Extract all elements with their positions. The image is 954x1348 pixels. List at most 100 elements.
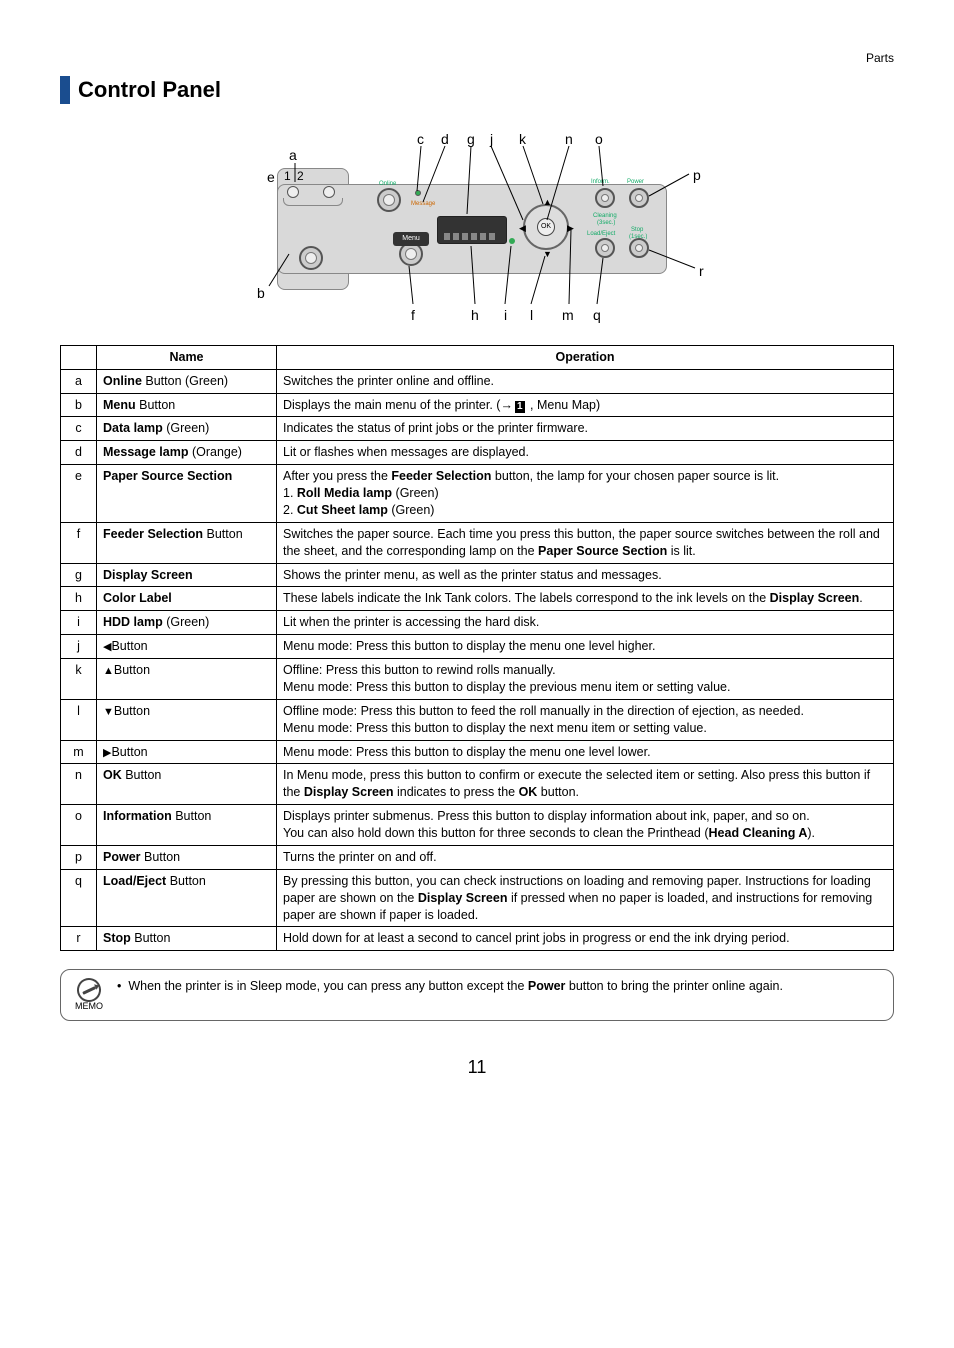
ok-button: OK bbox=[537, 218, 555, 236]
cell-name: Menu Button bbox=[97, 393, 277, 417]
cell-id: b bbox=[61, 393, 97, 417]
cell-name: Feeder Selection Button bbox=[97, 522, 277, 563]
cell-op: Shows the printer menu, as well as the p… bbox=[277, 563, 894, 587]
cell-id: m bbox=[61, 740, 97, 764]
cell-name: Message lamp (Orange) bbox=[97, 441, 277, 465]
cell-op: By pressing this button, you can check i… bbox=[277, 869, 894, 927]
ref-box: 1 bbox=[515, 401, 525, 413]
label-2: 2 bbox=[297, 168, 304, 185]
label-i: i bbox=[504, 306, 507, 326]
row-g: g Display Screen Shows the printer menu,… bbox=[61, 563, 894, 587]
cell-id: q bbox=[61, 869, 97, 927]
cell-name: ◀ Button bbox=[97, 635, 277, 659]
cell-op: Indicates the status of print jobs or th… bbox=[277, 417, 894, 441]
label-m: m bbox=[562, 306, 574, 326]
row-i: i HDD lamp (Green) Lit when the printer … bbox=[61, 611, 894, 635]
row-q: q Load/Eject Button By pressing this but… bbox=[61, 869, 894, 927]
diagram: Online Message Menu OK ▲ ▼ ◀ ▶ Inform. P… bbox=[60, 126, 894, 331]
label-k: k bbox=[519, 130, 526, 150]
label-o: o bbox=[595, 130, 603, 150]
right-arrow-icon: ▶ bbox=[567, 222, 574, 235]
col-operation: Operation bbox=[277, 345, 894, 369]
power-label: Power bbox=[627, 178, 644, 186]
cell-op: Switches the printer online and offline. bbox=[277, 369, 894, 393]
memo-box: MEMO • When the printer is in Sleep mode… bbox=[60, 969, 894, 1021]
cell-op: Lit or flashes when messages are display… bbox=[277, 441, 894, 465]
label-j: j bbox=[490, 130, 493, 150]
cell-id: k bbox=[61, 659, 97, 700]
row-f: f Feeder Selection Button Switches the p… bbox=[61, 522, 894, 563]
cell-name: Online Button (Green) bbox=[97, 369, 277, 393]
label-r: r bbox=[699, 262, 704, 282]
cell-op: Menu mode: Press this button to display … bbox=[277, 740, 894, 764]
label-h: h bbox=[471, 306, 479, 326]
load-eject-button bbox=[595, 238, 615, 258]
data-lamp bbox=[415, 190, 421, 196]
row-b: b Menu Button Displays the main menu of … bbox=[61, 393, 894, 417]
label-q: q bbox=[593, 306, 601, 326]
row-e: e Paper Source Section After you press t… bbox=[61, 465, 894, 523]
cell-id: n bbox=[61, 764, 97, 805]
information-button bbox=[595, 188, 615, 208]
cell-op: Displays the main menu of the printer. (… bbox=[277, 393, 894, 417]
cell-name: Paper Source Section bbox=[97, 465, 277, 523]
title-bar: Control Panel bbox=[60, 75, 894, 106]
title-accent bbox=[60, 76, 70, 104]
label-b: b bbox=[257, 284, 265, 304]
ok-ring: OK bbox=[523, 204, 569, 250]
cell-name: Information Button bbox=[97, 805, 277, 846]
cell-op: Menu mode: Press this button to display … bbox=[277, 635, 894, 659]
ink-level-bars bbox=[444, 233, 495, 240]
label-e: e bbox=[267, 168, 275, 188]
label-1: 1 bbox=[284, 168, 291, 185]
memo-text: • When the printer is in Sleep mode, you… bbox=[117, 978, 783, 996]
cleaning-sub: (3sec.) bbox=[597, 219, 615, 227]
row-d: d Message lamp (Orange) Lit or flashes w… bbox=[61, 441, 894, 465]
cell-op: Turns the printer on and off. bbox=[277, 845, 894, 869]
row-a: a Online Button (Green) Switches the pri… bbox=[61, 369, 894, 393]
cut-sheet-lamp bbox=[323, 186, 335, 198]
label-g: g bbox=[467, 130, 475, 150]
cell-name: OK Button bbox=[97, 764, 277, 805]
menu-label: Menu bbox=[402, 234, 420, 244]
cell-id: o bbox=[61, 805, 97, 846]
stop-sub: (1sec.) bbox=[629, 233, 647, 241]
cell-op: These labels indicate the Ink Tank color… bbox=[277, 587, 894, 611]
row-n: n OK Button In Menu mode, press this but… bbox=[61, 764, 894, 805]
cell-op: Offline mode: Press this button to feed … bbox=[277, 699, 894, 740]
hdd-lamp bbox=[509, 238, 515, 244]
row-k: k ▲ Button Offline: Press this button to… bbox=[61, 659, 894, 700]
cell-id: i bbox=[61, 611, 97, 635]
feeder-selection-knob bbox=[299, 246, 323, 270]
cell-name: ▼ Button bbox=[97, 699, 277, 740]
down-arrow-icon: ▼ bbox=[543, 248, 552, 261]
ok-label: OK bbox=[541, 222, 551, 232]
roll-media-lamp bbox=[287, 186, 299, 198]
cell-id: r bbox=[61, 927, 97, 951]
row-m: m ▶ Button Menu mode: Press this button … bbox=[61, 740, 894, 764]
col-name: Name bbox=[97, 345, 277, 369]
power-button bbox=[629, 188, 649, 208]
cell-op: Hold down for at least a second to cance… bbox=[277, 927, 894, 951]
online-label: Online bbox=[379, 180, 396, 188]
label-d: d bbox=[441, 130, 449, 150]
col-id bbox=[61, 345, 97, 369]
cell-name: Color Label bbox=[97, 587, 277, 611]
memo-icon-wrap: MEMO bbox=[71, 978, 107, 1012]
cell-op: Lit when the printer is accessing the ha… bbox=[277, 611, 894, 635]
cell-op: Displays printer submenus. Press this bu… bbox=[277, 805, 894, 846]
cell-name: Data lamp (Green) bbox=[97, 417, 277, 441]
row-o: o Information Button Displays printer su… bbox=[61, 805, 894, 846]
display-screen bbox=[437, 216, 507, 244]
label-f: f bbox=[411, 306, 415, 326]
cell-name: ▶ Button bbox=[97, 740, 277, 764]
cell-id: h bbox=[61, 587, 97, 611]
cell-op: Switches the paper source. Each time you… bbox=[277, 522, 894, 563]
row-c: c Data lamp (Green) Indicates the status… bbox=[61, 417, 894, 441]
cell-id: e bbox=[61, 465, 97, 523]
label-a: a bbox=[289, 146, 297, 166]
load-label: Load/Eject bbox=[587, 230, 615, 238]
row-l: l ▼ Button Offline mode: Press this butt… bbox=[61, 699, 894, 740]
row-p: p Power Button Turns the printer on and … bbox=[61, 845, 894, 869]
cell-op: In Menu mode, press this button to confi… bbox=[277, 764, 894, 805]
